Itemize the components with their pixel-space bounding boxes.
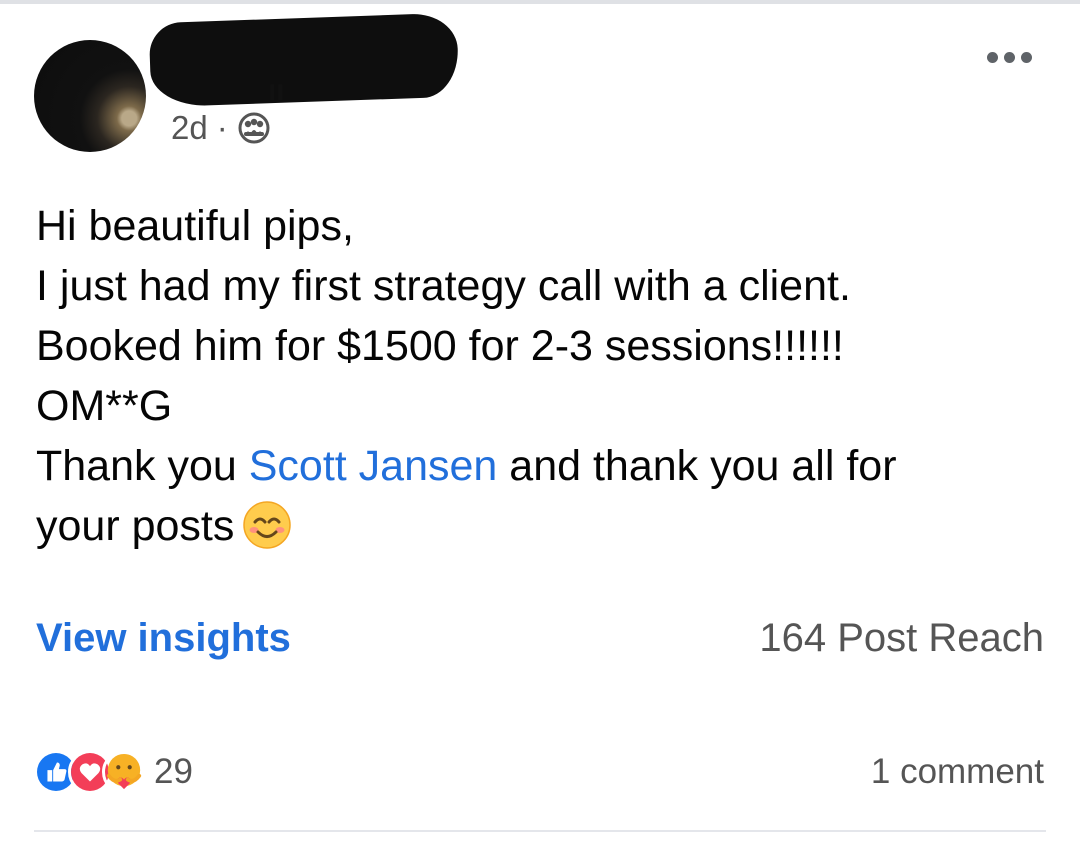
post-body: Hi beautiful pips, I just had my first s…: [36, 196, 1046, 556]
thanks-suffix: and thank you all for: [497, 442, 897, 490]
reactions-summary[interactable]: 29: [34, 748, 193, 796]
post-meta: 2d ·: [171, 108, 271, 148]
meta-separator: ·: [216, 109, 228, 146]
avatar[interactable]: [34, 40, 146, 152]
post-line: Hi beautiful pips,: [36, 202, 354, 250]
thanks-prefix: Thank you: [36, 442, 249, 490]
author-name-fragment: ıı: [268, 74, 285, 107]
footer-divider: [34, 830, 1046, 832]
dot: [987, 52, 998, 63]
more-options-icon[interactable]: [987, 52, 1032, 63]
mention-link[interactable]: Scott Jansen: [249, 442, 498, 490]
comment-count-link[interactable]: 1 comment: [871, 752, 1044, 792]
post-reach: 164 Post Reach: [759, 616, 1044, 660]
post-line: OM**G: [36, 382, 173, 430]
dot: [1021, 52, 1032, 63]
redacted-author-name: [148, 12, 460, 108]
post-line: I just had my first strategy call with a…: [36, 262, 851, 310]
top-divider: [0, 0, 1080, 4]
reaction-count: 29: [154, 752, 193, 791]
post-line-last: your posts: [36, 496, 1046, 556]
post-timestamp[interactable]: 2d: [171, 109, 208, 147]
post-line-thanks: Thank you Scott Jansen and thank you all…: [36, 436, 1046, 496]
dot: [1004, 52, 1015, 63]
view-insights-link[interactable]: View insights: [36, 616, 291, 661]
post-line: Booked him for $1500 for 2-3 sessions!!!…: [36, 322, 844, 370]
group-icon: [238, 112, 270, 144]
last-line-text: your posts: [36, 502, 235, 550]
care-icon: [102, 750, 146, 794]
smiling-face-icon: [243, 501, 292, 549]
